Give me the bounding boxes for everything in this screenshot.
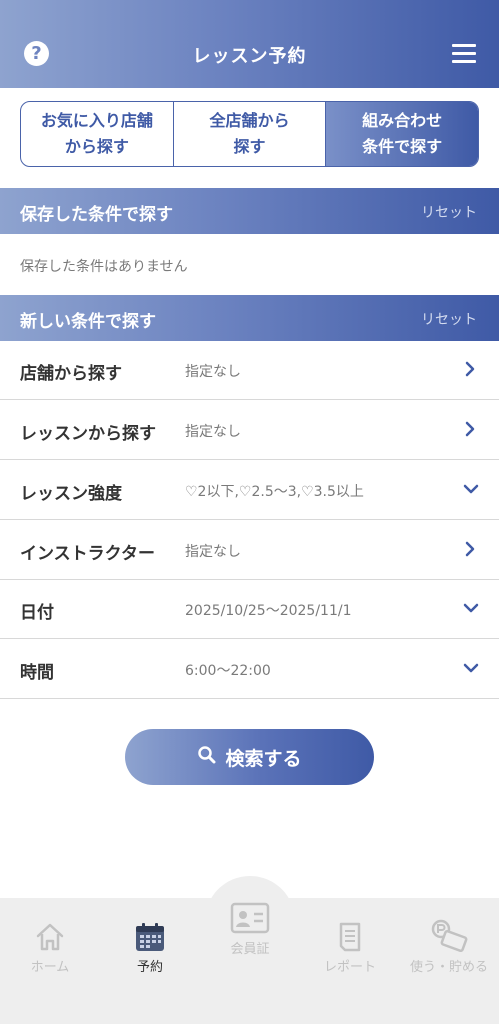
nav-label: 予約 [136, 960, 163, 975]
chevron-down-icon [463, 660, 479, 676]
condition-label: 日付 [20, 603, 54, 623]
search-button[interactable]: 検索する [125, 729, 374, 785]
nav-item-home[interactable]: ホーム [0, 922, 100, 975]
page-title: レッスン予約 [192, 46, 307, 67]
chevron-right-icon [463, 361, 477, 377]
condition-row-intensity[interactable]: レッスン強度 ♡2以下,♡2.5〜3,♡3.5以上 [0, 460, 499, 520]
nav-label: レポート [323, 960, 376, 975]
saved-empty-message: 保存した条件はありません [20, 259, 188, 275]
section-title: 新しい条件で探す [20, 312, 156, 332]
app-header: ? レッスン予約 [0, 0, 499, 88]
nav-label: ホーム [30, 960, 70, 975]
new-conditions-header: 新しい条件で探す リセット [0, 295, 499, 341]
condition-value: 2025/10/25〜2025/11/1 [185, 603, 352, 619]
nav-label: 会員証 [230, 942, 270, 957]
condition-label: 時間 [20, 663, 54, 683]
hamburger-menu-icon[interactable] [452, 44, 476, 64]
condition-value: 指定なし [185, 424, 241, 440]
condition-label: 店舗から探す [20, 364, 122, 384]
condition-row-instructor[interactable]: インストラクター 指定なし [0, 520, 499, 580]
nav-item-report[interactable]: レポート [300, 922, 400, 975]
condition-label: レッスンから探す [20, 424, 156, 444]
nav-label: 使う・貯める [409, 960, 488, 975]
section-title: 保存した条件で探す [20, 205, 173, 225]
chevron-down-icon [463, 600, 479, 616]
saved-conditions-header: 保存した条件で探す リセット [0, 188, 499, 234]
condition-row-lesson[interactable]: レッスンから探す 指定なし [0, 400, 499, 460]
chevron-right-icon [463, 421, 477, 437]
saved-reset-button[interactable]: リセット [421, 202, 477, 222]
home-icon [0, 922, 100, 952]
point-card-icon [399, 918, 499, 952]
condition-label: レッスン強度 [20, 484, 122, 504]
condition-value: 6:00〜22:00 [185, 663, 271, 679]
search-mode-segment: お気に入り店舗 から探す 全店舗から 探す 組み合わせ 条件で探す [20, 101, 479, 167]
condition-value: 指定なし [185, 544, 241, 560]
condition-label: インストラクター [20, 544, 155, 564]
condition-row-date[interactable]: 日付 2025/10/25〜2025/11/1 [0, 579, 499, 639]
chevron-down-icon [463, 481, 479, 497]
search-button-label: 検索する [225, 747, 302, 770]
condition-row-time[interactable]: 時間 6:00〜22:00 [0, 639, 499, 699]
chevron-right-icon [463, 541, 477, 557]
report-icon [300, 922, 400, 952]
tab-favorite-stores[interactable]: お気に入り店舗 から探す [21, 102, 173, 166]
member-card-icon [200, 902, 300, 934]
nav-item-member-card[interactable]: 会員証 [200, 902, 300, 957]
search-icon [197, 745, 217, 770]
condition-row-store[interactable]: 店舗から探す 指定なし [0, 340, 499, 400]
new-reset-button[interactable]: リセット [421, 309, 477, 329]
nav-item-points[interactable]: 使う・貯める [399, 918, 499, 975]
condition-value: ♡2以下,♡2.5〜3,♡3.5以上 [185, 484, 364, 500]
tab-all-stores[interactable]: 全店舗から 探す [172, 102, 326, 166]
calendar-icon [100, 922, 200, 952]
nav-item-reservation[interactable]: 予約 [100, 922, 200, 975]
condition-value: 指定なし [185, 364, 241, 380]
tab-combined-conditions[interactable]: 組み合わせ 条件で探す [325, 102, 478, 166]
